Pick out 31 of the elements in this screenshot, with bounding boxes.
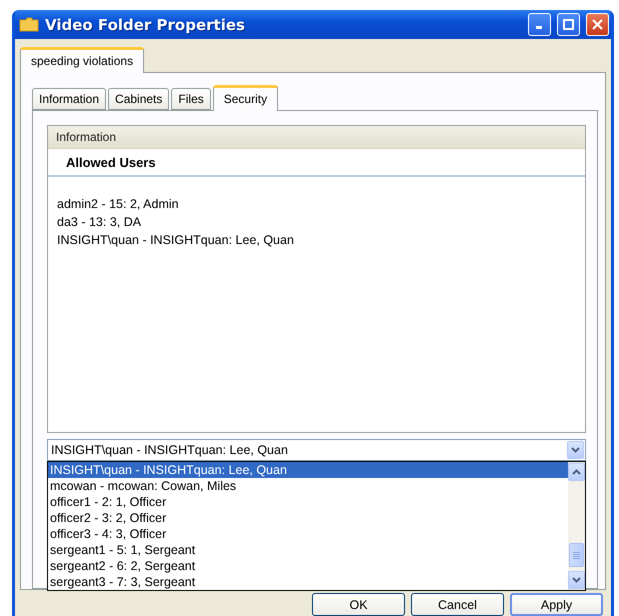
window-title: Video Folder Properties <box>45 16 246 34</box>
scrollbar[interactable] <box>568 462 585 590</box>
maximize-button[interactable] <box>557 13 580 36</box>
scroll-thumb[interactable] <box>569 543 584 567</box>
user-entry: INSIGHT\quan - INSIGHTquan: Lee, Quan <box>57 232 295 249</box>
tab[interactable]: Files <box>171 88 211 110</box>
dialog-button[interactable]: Apply <box>510 593 603 616</box>
section-title: Allowed Users <box>48 149 585 177</box>
chevron-down-icon <box>571 447 580 453</box>
dropdown-value: INSIGHT\quan - INSIGHTquan: Lee, Quan <box>51 443 289 457</box>
dialog-button[interactable]: OK <box>312 593 405 616</box>
maximize-icon <box>563 19 574 30</box>
panel-header: Information <box>48 126 585 149</box>
dropdown-arrow-button[interactable] <box>567 441 584 459</box>
user-entry: da3 - 13: 3, DA <box>57 214 142 231</box>
close-button[interactable] <box>586 13 609 36</box>
tab[interactable]: speeding violations <box>20 47 144 73</box>
user-entry: admin2 - 15: 2, Admin <box>57 196 180 213</box>
chevron-up-icon <box>572 469 580 475</box>
tab[interactable]: Security <box>212 85 278 111</box>
minimize-button[interactable] <box>528 13 551 36</box>
dialog-button[interactable]: Cancel <box>411 593 504 616</box>
scroll-up-button[interactable] <box>568 463 584 481</box>
tab[interactable]: Information <box>32 88 106 110</box>
folder-icon <box>19 17 39 32</box>
close-icon <box>592 19 603 30</box>
dropdown-option[interactable]: INSIGHT\quan - INSIGHTquan: Lee, Quan <box>48 462 568 478</box>
scroll-down-button[interactable] <box>568 571 584 589</box>
user-dropdown[interactable]: INSIGHT\quan - INSIGHTquan: Lee, Quan <box>47 439 586 461</box>
tab[interactable]: Cabinets <box>108 88 170 110</box>
chevron-down-icon <box>572 577 580 583</box>
